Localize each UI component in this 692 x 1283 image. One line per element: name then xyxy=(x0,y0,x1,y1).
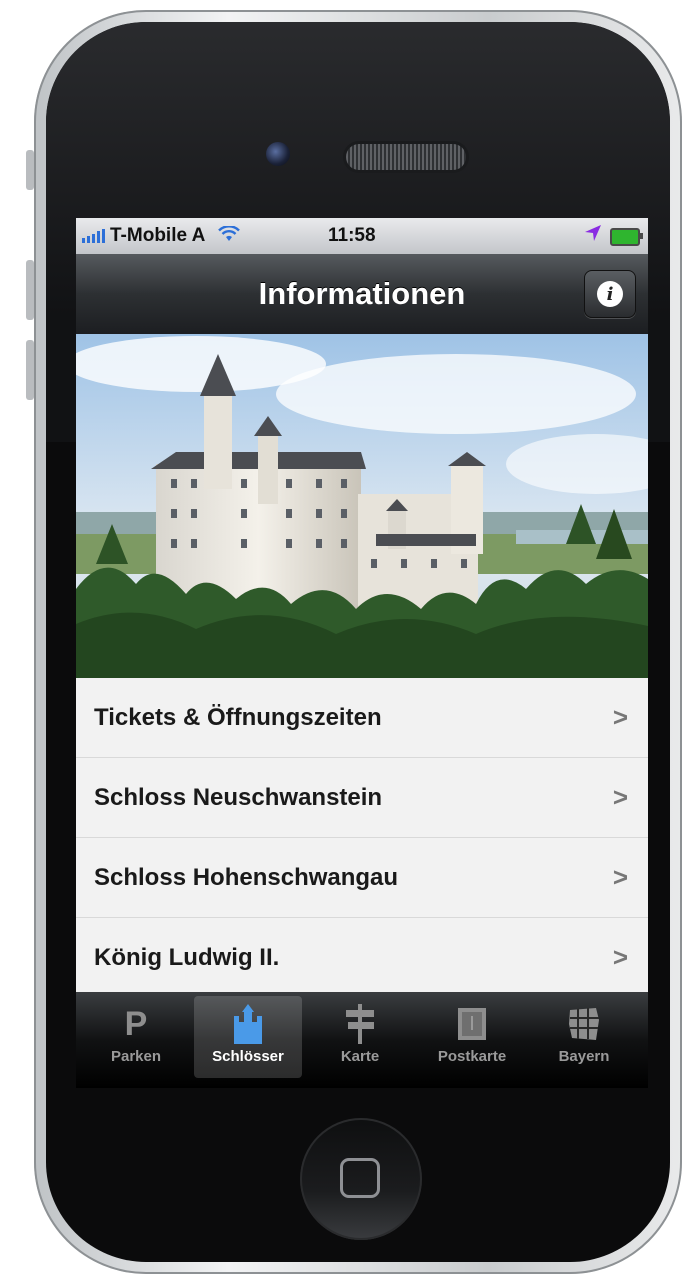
home-square-icon xyxy=(340,1158,380,1198)
tab-label: Parken xyxy=(110,1048,162,1065)
tab-label: Karte xyxy=(340,1048,380,1065)
list-item-label: Tickets & Öffnungszeiten xyxy=(94,704,382,731)
castle-icon xyxy=(230,1002,266,1046)
tab-schloesser[interactable]: Schlösser xyxy=(194,996,302,1078)
tab-bar: P Parken Schlösser Karte Postkarte Bayer… xyxy=(76,992,648,1088)
status-time: 11:58 xyxy=(328,225,376,246)
tab-label: Postkarte xyxy=(437,1048,507,1065)
tab-label: Schlösser xyxy=(212,1048,284,1065)
battery-charging-icon xyxy=(610,228,643,246)
navigation-bar: Informationen i xyxy=(76,254,648,334)
signal-icon xyxy=(82,229,105,243)
list-item-tickets[interactable]: Tickets & Öffnungszeiten > xyxy=(76,678,648,758)
list-item-neuschwanstein[interactable]: Schloss Neuschwanstein > xyxy=(76,758,648,838)
status-bar: T-Mobile A 11:58 xyxy=(76,218,648,254)
carrier-label: T-Mobile A xyxy=(110,225,206,246)
info-icon: i xyxy=(597,281,623,307)
chevron-right-icon: > xyxy=(612,862,628,892)
chevron-right-icon: > xyxy=(612,782,628,812)
list-item-label: König Ludwig II. xyxy=(94,944,280,971)
tab-karte[interactable]: Karte xyxy=(306,996,414,1078)
volume-up-button xyxy=(26,260,34,320)
location-arrow-icon xyxy=(584,224,602,247)
menu-list: Tickets & Öffnungszeiten > Schloss Neusc… xyxy=(76,678,648,993)
parking-icon: P xyxy=(124,1004,148,1043)
chevron-right-icon: > xyxy=(612,702,628,732)
earpiece-speaker xyxy=(346,144,466,170)
screen: T-Mobile A 11:58 Informationen i Tickets… xyxy=(76,218,648,1088)
tab-label: Bayern xyxy=(558,1048,610,1065)
tab-parken[interactable]: P Parken xyxy=(82,996,190,1078)
info-button[interactable]: i xyxy=(584,270,636,318)
page-title: Informationen xyxy=(258,276,466,311)
castle-photo xyxy=(76,334,648,678)
list-item-label: Schloss Neuschwanstein xyxy=(94,784,383,811)
tab-postkarte[interactable]: Postkarte xyxy=(418,996,526,1078)
front-camera xyxy=(266,142,290,166)
postcard-icon xyxy=(454,1002,490,1046)
silent-switch xyxy=(26,150,34,190)
chevron-right-icon: > xyxy=(612,942,628,972)
list-item-koenig-ludwig[interactable]: König Ludwig II. > xyxy=(76,918,648,997)
tab-bayern[interactable]: Bayern xyxy=(530,996,638,1078)
wifi-icon xyxy=(218,224,241,247)
list-item-hohenschwangau[interactable]: Schloss Hohenschwangau > xyxy=(76,838,648,918)
home-button[interactable] xyxy=(300,1118,422,1240)
volume-down-button xyxy=(26,340,34,400)
list-item-label: Schloss Hohenschwangau xyxy=(94,864,399,891)
bavaria-map-icon xyxy=(566,1002,602,1046)
signpost-icon xyxy=(342,1002,378,1046)
